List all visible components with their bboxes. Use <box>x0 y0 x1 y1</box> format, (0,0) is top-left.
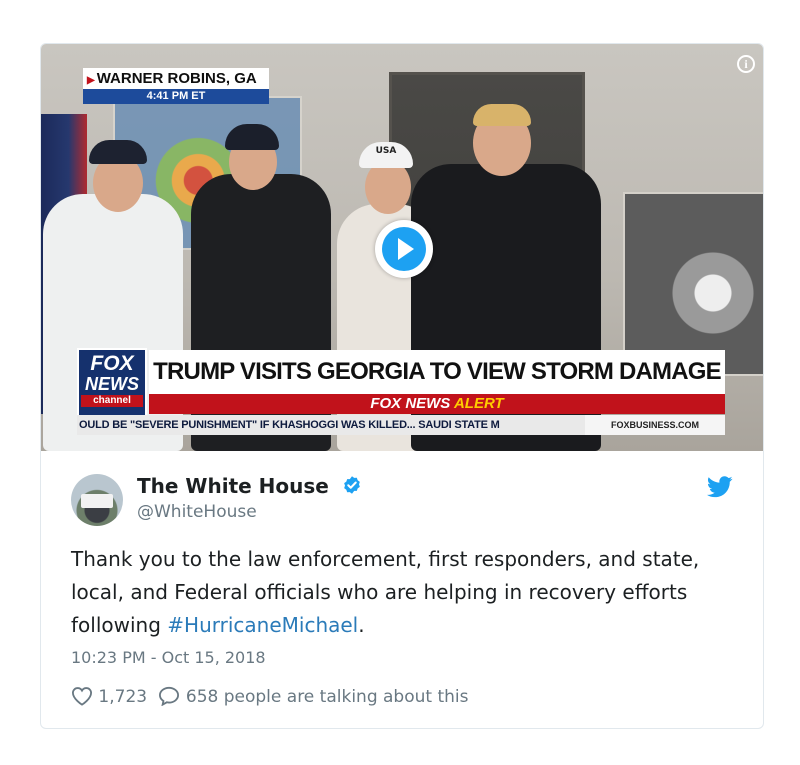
tweet-card: USA ▶ WARNER ROBINS, GA 4:41 PM ET i FOX … <box>40 43 764 729</box>
alert-prefix: FOX NEWS <box>370 395 451 412</box>
location-box: ▶ WARNER ROBINS, GA 4:41 PM ET <box>83 68 269 104</box>
location-time: 4:41 PM ET <box>83 89 269 104</box>
heart-icon <box>71 687 93 706</box>
person-3-head <box>365 160 411 214</box>
logo-fox-text: FOX <box>90 352 134 375</box>
person-1-cap <box>89 140 147 164</box>
person-4-hair <box>473 104 531 126</box>
white-house-avatar-image <box>81 494 113 508</box>
news-ticker: OULD BE "SEVERE PUNISHMENT" IF KHASHOGGI… <box>77 415 725 435</box>
play-button[interactable] <box>375 220 433 278</box>
news-alert-bar: FOX NEWS ALERT <box>149 394 725 414</box>
twitter-bird-icon[interactable] <box>707 476 733 498</box>
news-headline: TRUMP VISITS GEORGIA TO VIEW STORM DAMAG… <box>149 350 725 394</box>
play-icon <box>382 227 426 271</box>
logo-channel-text: channel <box>81 395 143 407</box>
tweet-text: Thank you to the law enforcement, first … <box>71 543 741 642</box>
alert-word: ALERT <box>453 395 504 412</box>
talking-count: 658 people are talking about this <box>185 687 469 707</box>
conversation-button[interactable]: 658 people are talking about this <box>158 686 468 707</box>
tweet-text-end: . <box>358 613 365 637</box>
video-player[interactable]: USA ▶ WARNER ROBINS, GA 4:41 PM ET i FOX … <box>41 44 763 451</box>
tweet-actions: 1,723 658 people are talking about this <box>71 686 474 707</box>
author-name[interactable]: The White House <box>137 474 329 498</box>
ticker-text: OULD BE "SEVERE PUNISHMENT" IF KHASHOGGI… <box>79 419 500 431</box>
fox-news-logo: FOX NEWS channel <box>77 348 147 418</box>
avatar[interactable] <box>71 474 123 526</box>
tweet-text-body: Thank you to the law enforcement, first … <box>71 547 700 637</box>
hashtag-link[interactable]: #HurricaneMichael <box>167 613 358 637</box>
verified-badge-icon <box>343 476 360 494</box>
cap-text: USA <box>375 146 397 156</box>
author-name-row[interactable]: The White House <box>137 474 362 498</box>
satellite-image-poster <box>623 192 763 376</box>
like-count: 1,723 <box>98 687 148 707</box>
tweet-timestamp[interactable]: 10:23 PM - Oct 15, 2018 <box>71 648 266 667</box>
author-handle[interactable]: @WhiteHouse <box>137 502 257 522</box>
speech-bubble-icon <box>159 686 180 707</box>
like-button[interactable]: 1,723 <box>71 686 147 707</box>
info-icon[interactable]: i <box>737 55 755 73</box>
logo-news-text: NEWS <box>85 374 139 394</box>
ticker-brand: FOXBUSINESS.COM <box>585 415 725 435</box>
location-place: WARNER ROBINS, GA <box>96 70 257 87</box>
location-triangle-icon: ▶ <box>87 75 95 86</box>
